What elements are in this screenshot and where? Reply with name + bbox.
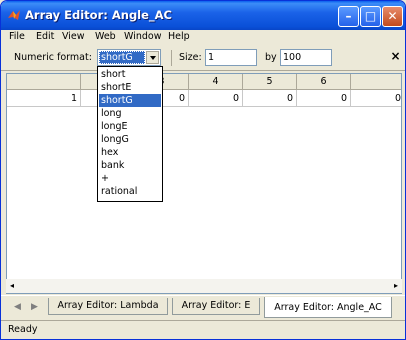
corner-header bbox=[7, 74, 81, 90]
table-cell[interactable]: 0 bbox=[351, 90, 401, 107]
matlab-logo-icon bbox=[8, 10, 20, 20]
menu-window[interactable]: Window bbox=[124, 31, 161, 42]
minimize-button[interactable]: – bbox=[338, 6, 359, 27]
menu-edit[interactable]: Edit bbox=[36, 31, 54, 42]
numeric-format-select[interactable]: shortG bbox=[97, 49, 161, 66]
numeric-format-value[interactable]: shortG bbox=[99, 51, 145, 64]
menu-help[interactable]: Help bbox=[168, 31, 190, 42]
tab-lambda[interactable]: Array Editor: Lambda bbox=[48, 298, 168, 315]
scroll-left-icon[interactable]: ◂ bbox=[6, 279, 18, 293]
document-tab-bar: ◀ ▶ Array Editor: Lambda Array Editor: E… bbox=[1, 295, 405, 319]
column-header[interactable]: 6 bbox=[297, 74, 351, 90]
dropdown-option-rational[interactable]: rational bbox=[99, 185, 161, 198]
table-cell[interactable]: 0 bbox=[297, 90, 351, 107]
table-cell[interactable]: 0 bbox=[243, 90, 297, 107]
maximize-button[interactable]: □ bbox=[360, 6, 381, 27]
menu-web[interactable]: Web bbox=[95, 31, 116, 42]
column-header[interactable] bbox=[351, 74, 401, 90]
close-button[interactable]: ✕ bbox=[382, 6, 403, 27]
menu-view[interactable]: View bbox=[62, 31, 85, 42]
row-header[interactable]: 1 bbox=[7, 90, 81, 107]
array-grid[interactable]: 2 3 4 5 6 1 0 0 0 0 0 0 bbox=[6, 73, 402, 294]
dropdown-arrow-icon[interactable] bbox=[146, 51, 159, 64]
toolbar: Numeric format: shortG Size: 1 by 100 × bbox=[1, 45, 405, 71]
column-header[interactable]: 5 bbox=[243, 74, 297, 90]
tab-angle-ac[interactable]: Array Editor: Angle_AC bbox=[264, 297, 392, 318]
size-label: Size: bbox=[179, 52, 202, 63]
tab-e[interactable]: Array Editor: E bbox=[172, 298, 260, 315]
array-editor-window: Array Editor: Angle_AC – □ ✕ File Edit V… bbox=[0, 0, 406, 340]
dropdown-option-hex[interactable]: hex bbox=[99, 146, 161, 159]
column-header[interactable]: 4 bbox=[189, 74, 243, 90]
size-cols-input[interactable]: 100 bbox=[280, 49, 332, 66]
size-rows-input[interactable]: 1 bbox=[205, 49, 257, 66]
dropdown-option-long[interactable]: long bbox=[99, 107, 161, 120]
dropdown-option-shortg[interactable]: shortG bbox=[99, 94, 161, 107]
menu-file[interactable]: File bbox=[9, 31, 25, 42]
dropdown-option-plus[interactable]: + bbox=[99, 172, 161, 185]
dropdown-option-bank[interactable]: bank bbox=[99, 159, 161, 172]
scroll-right-icon[interactable]: ▸ bbox=[390, 279, 402, 293]
table-cell[interactable]: 0 bbox=[189, 90, 243, 107]
title-bar[interactable]: Array Editor: Angle_AC – □ ✕ bbox=[1, 1, 405, 30]
toolbar-separator bbox=[171, 50, 172, 66]
status-text: Ready bbox=[8, 324, 38, 335]
by-label: by bbox=[265, 52, 277, 63]
column-header-row: 2 3 4 5 6 bbox=[7, 74, 401, 90]
menu-bar: File Edit View Web Window Help bbox=[1, 30, 405, 45]
chevron-left-icon[interactable]: ◀ bbox=[14, 302, 21, 312]
horizontal-scrollbar[interactable]: ◂ ▸ bbox=[6, 279, 402, 293]
dropdown-option-short[interactable]: short bbox=[99, 68, 161, 81]
numeric-format-label: Numeric format: bbox=[14, 52, 92, 63]
window-title: Array Editor: Angle_AC bbox=[25, 8, 173, 22]
dropdown-option-longe[interactable]: longE bbox=[99, 120, 161, 133]
status-bar: Ready bbox=[1, 320, 405, 339]
chevron-right-icon[interactable]: ▶ bbox=[31, 302, 38, 312]
dropdown-option-longg[interactable]: longG bbox=[99, 133, 161, 146]
numeric-format-dropdown[interactable]: short shortE shortG long longE longG hex… bbox=[97, 66, 163, 202]
close-editor-icon[interactable]: × bbox=[389, 50, 402, 63]
dropdown-option-shorte[interactable]: shortE bbox=[99, 81, 161, 94]
